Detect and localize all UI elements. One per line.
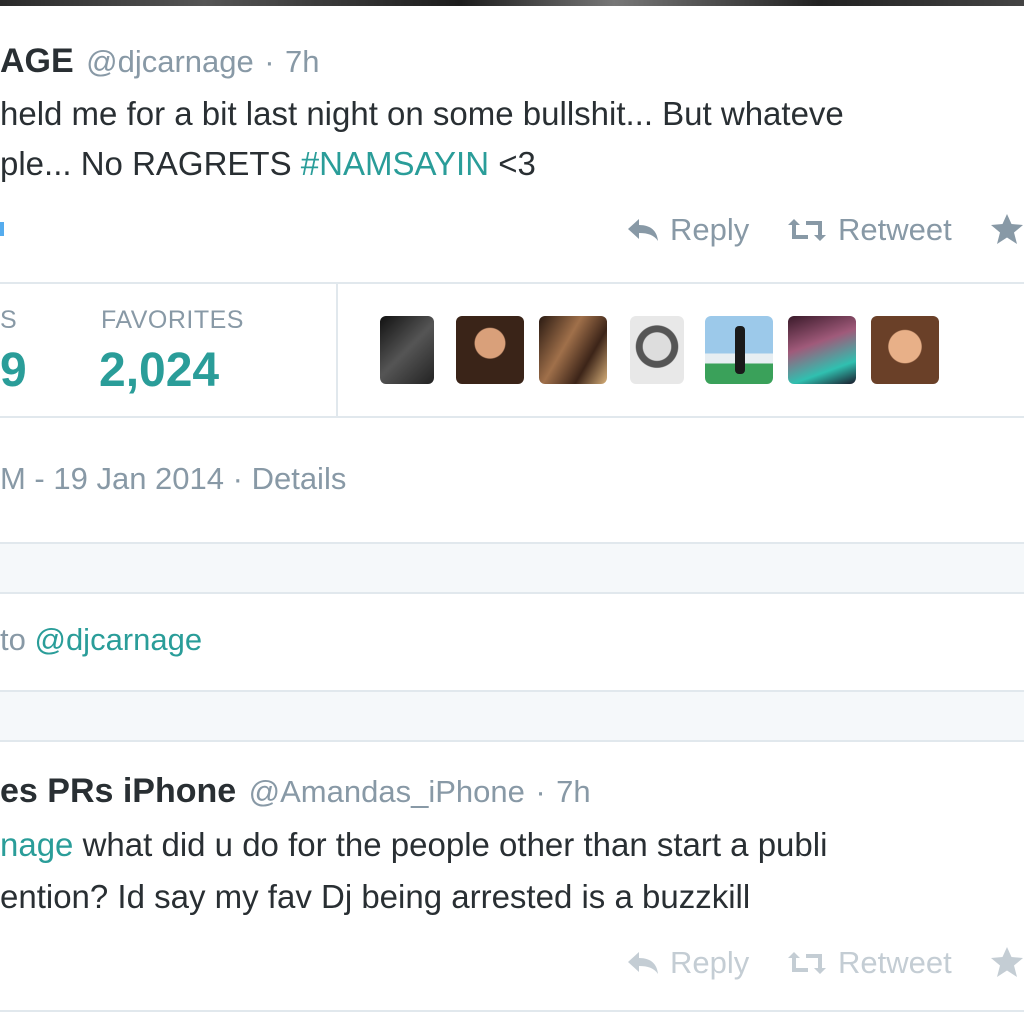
retweet-button[interactable]: Retweet: [786, 945, 952, 981]
favorites-count[interactable]: 2,024: [99, 343, 219, 398]
favorite-icon[interactable]: [990, 946, 1024, 978]
avatar-beach-dress[interactable]: [705, 316, 773, 384]
tweet-timestamp: M - 19 Jan 2014 · Details: [0, 461, 346, 497]
reply-composer[interactable]: to @djcarnage: [0, 622, 202, 658]
expand-indicator[interactable]: [0, 222, 4, 236]
retweets-count[interactable]: 9: [0, 343, 27, 398]
retweet-label: Retweet: [838, 212, 952, 247]
author-handle[interactable]: @djcarnage: [86, 44, 254, 79]
tweet-text-segment: <3: [489, 145, 536, 182]
reply-to-text: to: [0, 622, 35, 657]
avatar-bw-person[interactable]: [380, 316, 434, 384]
retweets-label: S: [0, 306, 18, 334]
tweet-time[interactable]: 7h: [285, 44, 319, 79]
mention-link[interactable]: nage: [0, 826, 73, 863]
replies-band: [0, 690, 1024, 742]
tweet-header: AGE @djcarnage · 7h: [0, 42, 319, 81]
reply-icon: [626, 950, 660, 976]
reply-button[interactable]: Reply: [626, 212, 749, 248]
divider: [0, 282, 1024, 284]
avatar-bw-glasses[interactable]: [630, 316, 684, 384]
author-name[interactable]: AGE: [0, 42, 74, 80]
retweet-button[interactable]: Retweet: [786, 212, 952, 248]
stats-divider: [336, 284, 338, 416]
avatar-group-photo[interactable]: [539, 316, 607, 384]
divider: [0, 416, 1024, 418]
retweet-icon: [786, 950, 828, 976]
reply-author-name[interactable]: es PRs iPhone: [0, 772, 236, 810]
tweet-text-line2: ple... No RAGRETS #NAMSAYIN <3: [0, 145, 536, 183]
hashtag-link[interactable]: #NAMSAYIN: [301, 145, 489, 182]
header-image-strip: [0, 0, 1024, 6]
favorites-label: FAVORITES: [101, 306, 244, 334]
reply-text-line2: ention? Id say my fav Dj being arrested …: [0, 878, 751, 915]
reply-text-segment: what did u do for the people other than …: [73, 826, 828, 863]
avatar-woman-portrait[interactable]: [871, 316, 939, 384]
reply-author-handle[interactable]: @Amandas_iPhone: [249, 774, 525, 809]
retweet-icon: [786, 217, 828, 243]
reply-label: Reply: [670, 212, 750, 247]
timestamp-text: M - 19 Jan 2014 ·: [0, 461, 252, 496]
reply-icon: [626, 217, 660, 243]
reply-text-line1: nage what did u do for the people other …: [0, 826, 827, 864]
reply-button[interactable]: Reply: [626, 945, 749, 981]
avatar-woman-smiling[interactable]: [456, 316, 524, 384]
composer-band: [0, 542, 1024, 594]
retweet-label: Retweet: [838, 945, 952, 980]
reply-label: Reply: [670, 945, 750, 980]
divider: [0, 1010, 1024, 1012]
reply-tweet-header: es PRs iPhone @Amandas_iPhone · 7h: [0, 772, 591, 811]
separator-dot: ·: [535, 774, 546, 809]
reply-time[interactable]: 7h: [556, 774, 590, 809]
details-link[interactable]: Details: [252, 461, 347, 496]
tweet-text-line1: held me for a bit last night on some bul…: [0, 95, 844, 132]
tweet-text-segment: ple... No RAGRETS: [0, 145, 301, 182]
favorite-icon[interactable]: [990, 213, 1024, 245]
mention-link[interactable]: @djcarnage: [34, 622, 202, 657]
separator-dot: ·: [264, 44, 275, 79]
avatar-woman-teal[interactable]: [788, 316, 856, 384]
